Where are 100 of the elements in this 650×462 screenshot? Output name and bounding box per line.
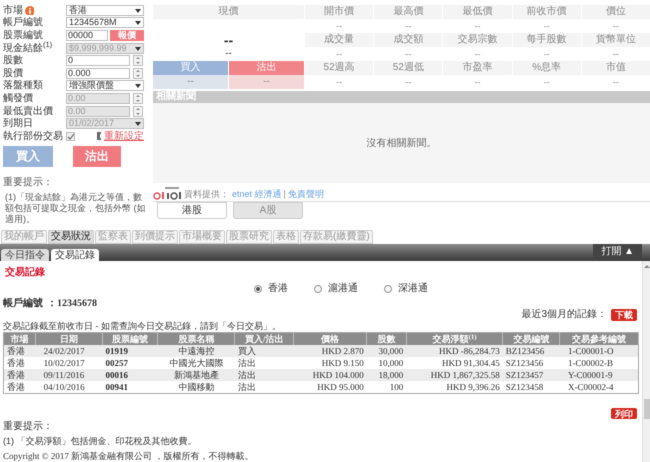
- ask-label: 沽出: [229, 61, 304, 75]
- stat-label: 最高價: [374, 5, 442, 19]
- input-field[interactable]: 0.000: [66, 68, 130, 79]
- stat-label: 開市價: [305, 5, 374, 19]
- radio-button[interactable]: [314, 285, 322, 293]
- stat-value: --: [542, 20, 551, 33]
- field-label: 觸發價: [3, 92, 33, 104]
- radio-label: 香港: [268, 283, 288, 295]
- table-cell: 香港: [4, 345, 36, 357]
- table-cell: 沽出: [234, 369, 294, 381]
- table-cell: X-C00002-4: [560, 381, 638, 394]
- print-button[interactable]: 列印: [611, 408, 637, 419]
- field-label: 到期日: [3, 118, 33, 130]
- main-tab[interactable]: 我的帳戶: [1, 230, 47, 244]
- stat-label: 52週高: [305, 61, 374, 75]
- market-tab[interactable]: 港股: [157, 202, 227, 219]
- stat-label: 交易宗數: [443, 33, 512, 47]
- field-label: 帳戶編號: [3, 17, 43, 28]
- download-button[interactable]: 下載: [611, 309, 637, 321]
- table-cell: 香港: [4, 357, 36, 369]
- table-cell: 00016: [102, 369, 158, 381]
- table-cell: 18,000: [366, 369, 406, 381]
- dropdown[interactable]: 12345678M: [66, 17, 144, 28]
- table-cell: HKD 95.000: [293, 381, 367, 394]
- sub-tab[interactable]: 今日指令: [1, 249, 49, 261]
- input-field[interactable]: 0: [66, 55, 130, 66]
- notice-text: 交易記錄截至前收市日 - 如需查詢今日交易記錄，請到「今日交易」。: [3, 321, 281, 332]
- radio-label: 滬港通: [328, 283, 358, 295]
- scrollbar-thumb[interactable]: [644, 399, 650, 419]
- table-cell: HKD 1,867,325.58: [406, 369, 503, 381]
- account-label: 帳戶編號: [3, 298, 43, 310]
- radio-button[interactable]: [254, 285, 262, 293]
- stat-value: --: [404, 76, 412, 89]
- stat-label: 貨幣單位: [582, 33, 650, 47]
- main-tab[interactable]: 市場概要: [179, 230, 225, 244]
- section-title: 交易記錄: [5, 267, 45, 279]
- source-link[interactable]: etnet 經濟通: [232, 189, 282, 200]
- sell-button[interactable]: 沽出: [73, 146, 121, 167]
- table-cell: SZ123457: [502, 369, 560, 381]
- table-cell: 00257: [102, 357, 158, 369]
- stat-value: --: [335, 20, 344, 33]
- change-value: --: [224, 47, 233, 61]
- table-cell: HKD 2.870: [293, 345, 367, 357]
- buy-button[interactable]: 買入: [3, 146, 53, 167]
- bid-value: --: [153, 75, 228, 89]
- table-cell: HKD 91,304.45: [406, 357, 503, 369]
- source-link[interactable]: 免責聲明: [288, 189, 324, 200]
- input-field[interactable]: 00000: [66, 30, 108, 41]
- table-cell: 10/02/2017: [36, 357, 103, 369]
- price-label: 現價: [153, 5, 304, 19]
- field-label: 股票編號: [3, 30, 43, 41]
- main-tab[interactable]: 到價提示: [132, 230, 178, 244]
- main-tab[interactable]: 表格: [273, 230, 299, 244]
- field-label: 市場: [3, 4, 23, 16]
- table-cell: 中遠海控: [158, 345, 235, 357]
- separator: |: [284, 189, 286, 200]
- spinner-icon: [133, 55, 143, 66]
- spinner-icon: [133, 106, 143, 117]
- table-cell: HKD 9,396.26: [406, 381, 503, 394]
- toggle-button[interactable]: 打開 ▲: [593, 244, 642, 260]
- table-cell: HKD -86,284.73: [406, 345, 503, 357]
- stat-value: --: [335, 48, 344, 61]
- stat-value: --: [404, 48, 412, 61]
- scrollbar[interactable]: [642, 261, 650, 462]
- radio-button[interactable]: [384, 285, 392, 293]
- stat-value: --: [612, 48, 620, 61]
- main-tab[interactable]: 交易狀況: [48, 230, 94, 244]
- bid-label: 買入: [153, 61, 228, 75]
- note-text: (1)「現金結餘」為港元之等值，數額包括可提取之現金，包括外幣 (如適用)。: [4, 192, 146, 225]
- stat-label: 52週低: [374, 61, 442, 75]
- main-tab[interactable]: 存款易(繳費靈): [300, 230, 373, 244]
- table-cell: 10,000: [366, 357, 406, 369]
- stat-label: 成交額: [374, 33, 442, 47]
- field-label: 股數: [3, 55, 23, 66]
- dropdown[interactable]: 增強限價盤: [66, 80, 144, 92]
- main-tab[interactable]: 股票研究: [226, 230, 272, 244]
- radio-label: 深港通: [398, 283, 428, 295]
- stat-value: --: [612, 20, 620, 33]
- table-cell: 香港: [4, 381, 36, 394]
- note-text: (1) 「交易淨額」包括佣金、印花稅及其他收費。: [3, 435, 196, 447]
- download-label: 最近3個月的記錄：: [521, 309, 607, 321]
- dropdown[interactable]: 香港: [66, 4, 144, 16]
- stat-value: --: [542, 48, 551, 61]
- table-cell: HKD 9.150: [293, 357, 367, 369]
- quote-button[interactable]: 報價: [110, 30, 144, 41]
- market-tab[interactable]: A股: [233, 202, 303, 219]
- up-arrow-icon: [643, 263, 650, 269]
- sub-tab[interactable]: 交易記錄: [51, 249, 99, 261]
- stat-label: 前收市價: [512, 5, 581, 19]
- table-cell: 沽出: [234, 381, 294, 394]
- stat-value: --: [473, 20, 482, 33]
- field-label: 執行部份交易: [3, 130, 63, 142]
- table-cell: BZ123456: [502, 345, 560, 357]
- field-label: 落盤種類: [3, 80, 43, 92]
- spinner-icon: [133, 92, 143, 104]
- table-cell: HKD 104.000: [293, 369, 367, 381]
- copyright-text: Copyright © 2017 新鴻基金融有限公司 ，版權所有，不得轉載。: [3, 450, 254, 462]
- table-cell: 1-C00002-B: [560, 357, 638, 369]
- dropdown: 01/02/2017: [66, 118, 144, 130]
- main-tab[interactable]: 監察表: [95, 230, 131, 244]
